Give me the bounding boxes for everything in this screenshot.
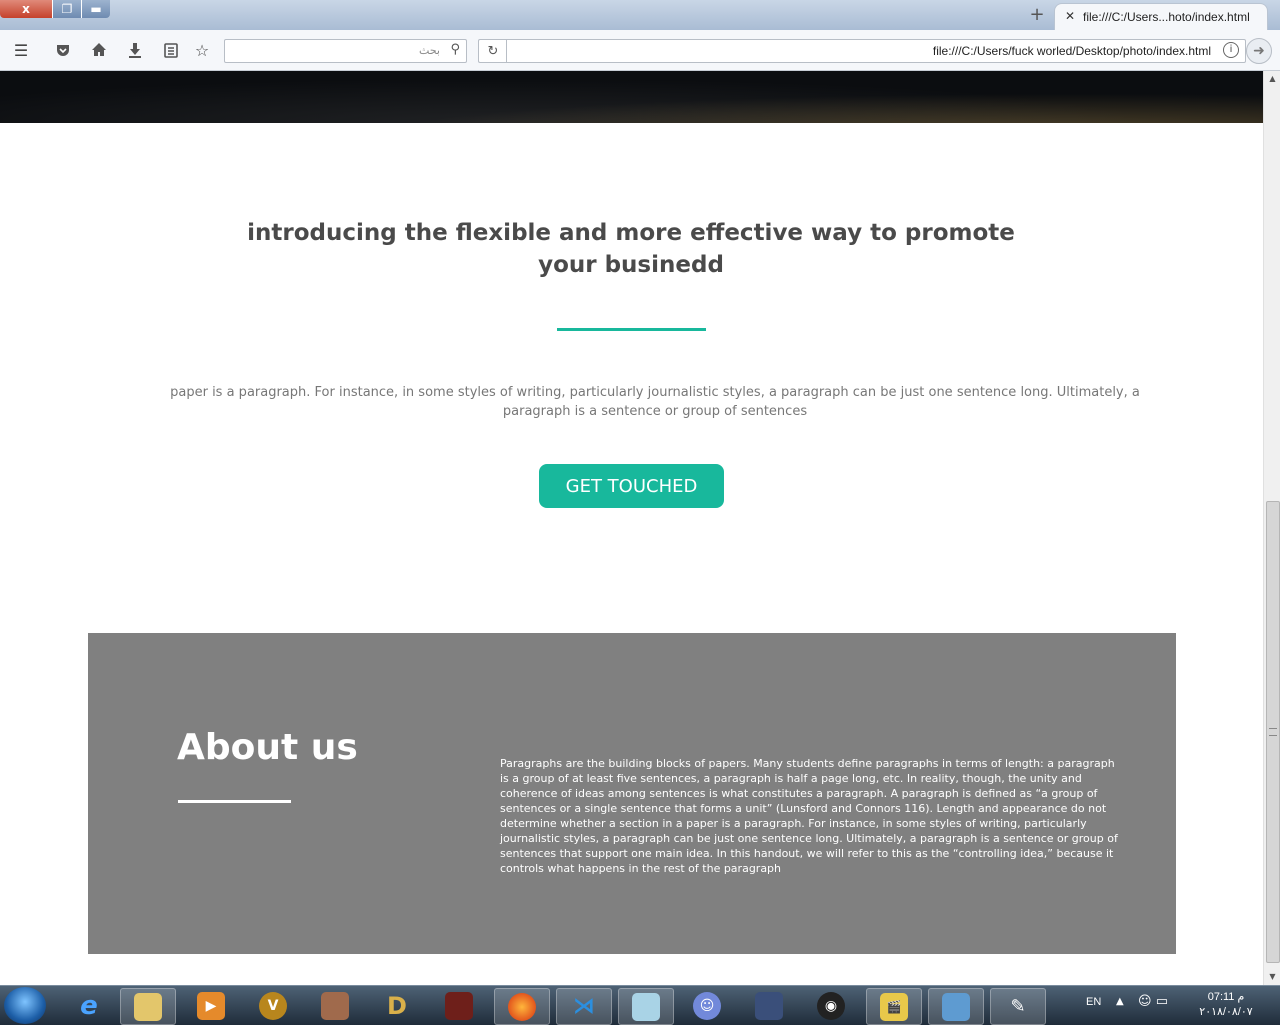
taskbar-internet-explorer[interactable]: e bbox=[62, 988, 116, 1023]
get-touched-button[interactable]: GET TOUCHED bbox=[539, 464, 724, 508]
movie-maker-icon: 🎬 bbox=[880, 992, 908, 1021]
pen-tool-icon: ✎ bbox=[1010, 996, 1026, 1017]
clock-date: ٢٠١٨/٠٨/٠٧ bbox=[1199, 1006, 1253, 1018]
taskbar-game-warrior[interactable] bbox=[432, 988, 486, 1023]
about-section: About us Paragraphs are the building blo… bbox=[88, 633, 1176, 954]
downloads-icon[interactable] bbox=[123, 38, 147, 62]
taskbar-photo-viewer[interactable] bbox=[928, 988, 984, 1025]
search-icon: ⚲ bbox=[450, 42, 460, 57]
page-viewport: introducing the flexible and more effect… bbox=[0, 71, 1263, 985]
window-close-button[interactable]: x bbox=[0, 0, 52, 18]
window-titlebar: x ❐ ▬ + ✕ file:///C:/Users...hoto/index.… bbox=[0, 0, 1280, 31]
taskbar-game-d[interactable]: D bbox=[370, 988, 424, 1023]
game-shield-2-icon: ◉ bbox=[817, 991, 845, 1020]
windows-taskbar: e ▶ V D ⋊ ☺ ◉ 🎬 ✎ EN ▲ ☺ ▭ 07:11 م ٢٠١٨/… bbox=[0, 985, 1280, 1025]
page-info-icon[interactable]: i bbox=[1223, 42, 1239, 58]
taskbar-notepad[interactable] bbox=[618, 988, 674, 1025]
reader-list-icon[interactable] bbox=[159, 38, 183, 62]
taskbar-game-wizard[interactable] bbox=[742, 988, 796, 1023]
game-warrior-icon bbox=[445, 991, 473, 1020]
page-scrollbar[interactable]: ▲ ▼ bbox=[1263, 71, 1280, 985]
language-indicator[interactable]: EN bbox=[1086, 996, 1101, 1008]
discord-icon: ☺ bbox=[693, 991, 721, 1020]
about-title: About us bbox=[177, 727, 358, 768]
notepad-icon bbox=[632, 992, 660, 1021]
start-button[interactable] bbox=[4, 987, 46, 1024]
tab-close-icon[interactable]: ✕ bbox=[1065, 9, 1075, 23]
game-shield-icon: V bbox=[259, 991, 287, 1020]
taskbar-visual-studio-code[interactable]: ⋊ bbox=[556, 988, 612, 1025]
intro-paragraph: paper is a paragraph. For instance, in s… bbox=[170, 385, 1140, 419]
home-icon[interactable] bbox=[87, 38, 111, 62]
about-divider bbox=[178, 800, 291, 803]
search-input[interactable]: بحث ⚲ bbox=[224, 39, 467, 63]
internet-explorer-icon: e bbox=[80, 990, 98, 1021]
url-bar[interactable]: file:///C:/Users/fuck worled/Desktop/pho… bbox=[506, 39, 1246, 63]
browser-toolbar: ☰ ☆ بحث ⚲ ↻ file:///C:/Users/fuck worled… bbox=[0, 30, 1280, 71]
go-arrow-icon[interactable]: ➜ bbox=[1246, 38, 1272, 64]
intro-title: introducing the flexible and more effect… bbox=[247, 220, 1015, 278]
taskbar-media-player[interactable]: ▶ bbox=[184, 988, 238, 1023]
reload-icon[interactable]: ↻ bbox=[478, 39, 507, 63]
url-text: file:///C:/Users/fuck worled/Desktop/pho… bbox=[932, 44, 1211, 58]
bookmark-star-icon[interactable]: ☆ bbox=[190, 38, 214, 62]
taskbar-pen-tool[interactable]: ✎ bbox=[990, 988, 1046, 1025]
taskbar-discord[interactable]: ☺ bbox=[680, 988, 734, 1023]
media-player-icon: ▶ bbox=[197, 991, 225, 1020]
taskbar-file-explorer[interactable] bbox=[120, 988, 176, 1025]
window-controls: x ❐ ▬ bbox=[0, 0, 110, 18]
clock-time: 07:11 م bbox=[1207, 991, 1245, 1003]
tab-active[interactable]: ✕ file:///C:/Users...hoto/index.html bbox=[1054, 3, 1268, 31]
game-d-icon: D bbox=[387, 991, 407, 1020]
window-minimize-button[interactable]: ▬ bbox=[81, 0, 110, 18]
game-character-icon bbox=[321, 991, 349, 1020]
hero-image-strip bbox=[0, 71, 1263, 123]
tab-title: file:///C:/Users...hoto/index.html bbox=[1083, 10, 1250, 24]
scrollbar-thumb[interactable] bbox=[1266, 501, 1280, 963]
new-tab-button[interactable]: + bbox=[1028, 6, 1046, 24]
tray-icons: ☺ ▭ bbox=[1138, 994, 1168, 1009]
window-restore-button[interactable]: ❐ bbox=[52, 0, 81, 18]
taskbar-game-shield[interactable]: V bbox=[246, 988, 300, 1023]
about-text: Paragraphs are the building blocks of pa… bbox=[500, 757, 1118, 875]
scroll-up-icon[interactable]: ▲ bbox=[1264, 71, 1280, 87]
tray-expand-icon[interactable]: ▲ bbox=[1116, 996, 1124, 1007]
search-placeholder: بحث bbox=[419, 45, 440, 57]
taskbar-movie-maker[interactable]: 🎬 bbox=[866, 988, 922, 1025]
menu-icon[interactable]: ☰ bbox=[9, 38, 33, 62]
taskbar-firefox[interactable] bbox=[494, 988, 550, 1025]
firefox-icon bbox=[508, 992, 536, 1021]
scroll-down-icon[interactable]: ▼ bbox=[1264, 969, 1280, 985]
vscode-icon: ⋊ bbox=[573, 994, 595, 1019]
pocket-icon[interactable] bbox=[51, 38, 75, 62]
game-wizard-icon bbox=[755, 991, 783, 1020]
photo-viewer-icon bbox=[942, 992, 970, 1021]
scrollbar-grip bbox=[1269, 728, 1277, 736]
folder-icon bbox=[134, 992, 162, 1021]
taskbar-game-character[interactable] bbox=[308, 988, 362, 1023]
system-clock[interactable]: 07:11 م ٢٠١٨/٠٨/٠٧ bbox=[1190, 990, 1262, 1020]
taskbar-game-shield-2[interactable]: ◉ bbox=[804, 988, 858, 1023]
network-icon[interactable]: ▭ bbox=[1156, 994, 1168, 1009]
intro-divider bbox=[557, 328, 706, 331]
discord-tray-icon[interactable]: ☺ bbox=[1138, 994, 1152, 1009]
